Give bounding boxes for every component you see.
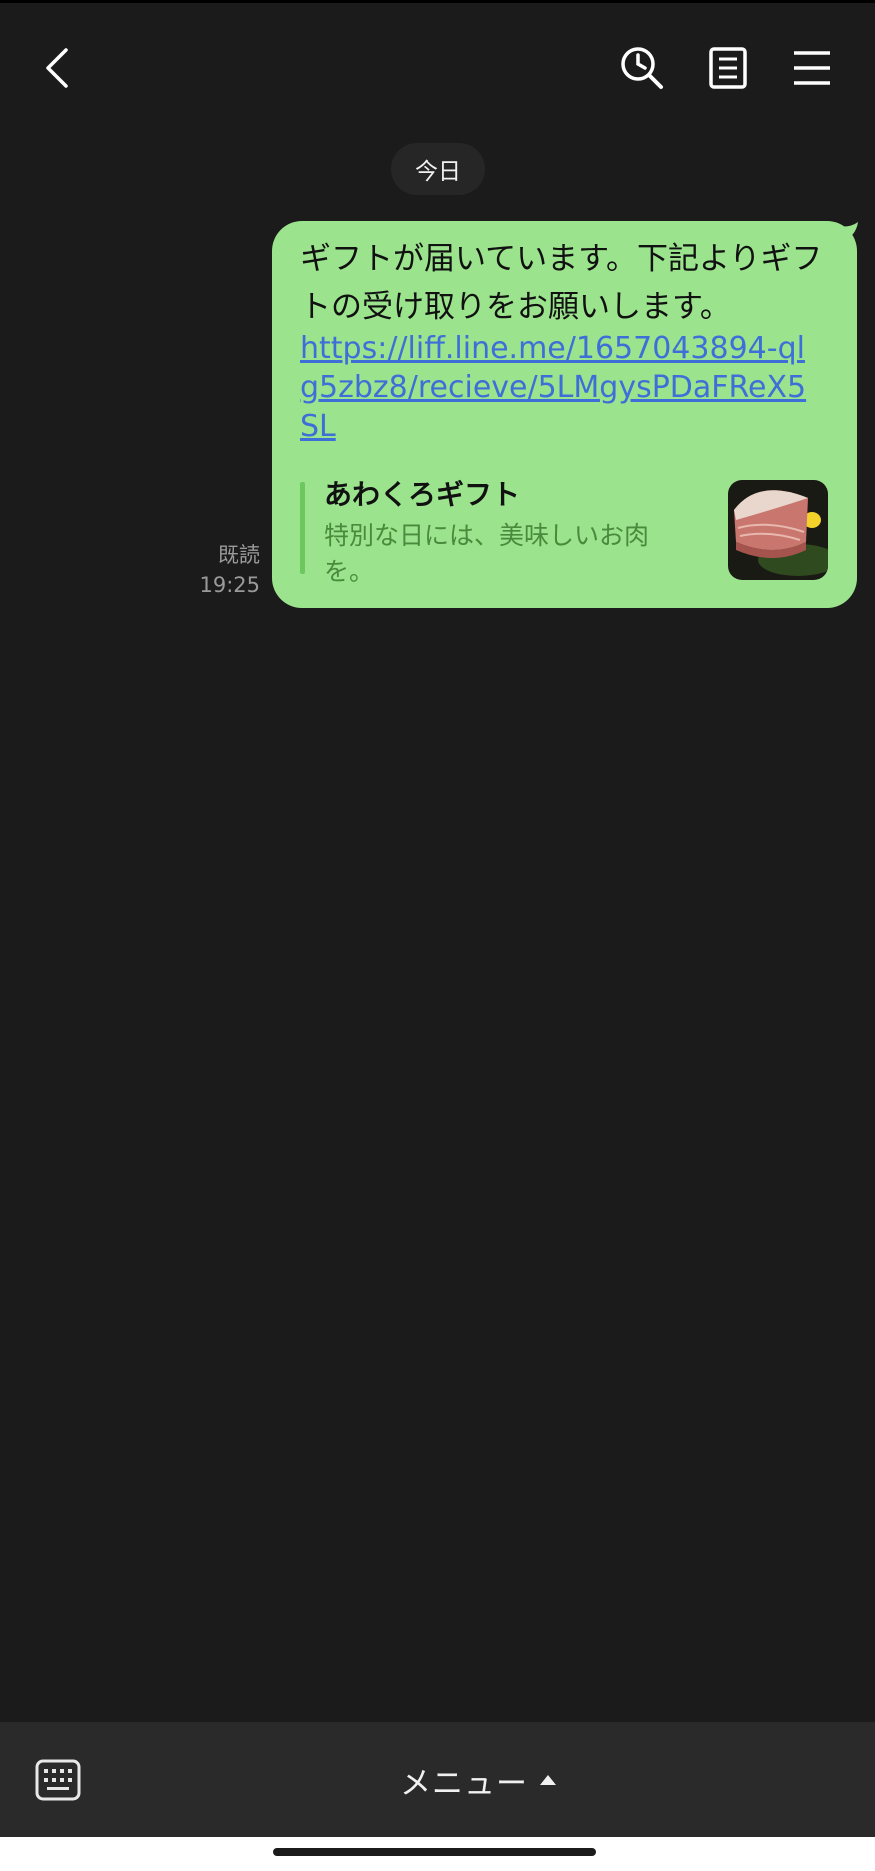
history-search-icon [621, 47, 663, 89]
back-button[interactable] [30, 40, 86, 96]
history-search-button[interactable] [614, 40, 670, 96]
keyboard-toggle-button[interactable] [30, 1752, 86, 1808]
caret-up-icon [540, 1775, 556, 1785]
notes-button[interactable] [700, 40, 756, 96]
message-time: 19:25 [199, 573, 260, 597]
notes-icon [709, 47, 747, 89]
preview-accent-bar [300, 482, 305, 574]
chat-header [0, 3, 875, 128]
preview-description: 特別な日には、美味しいお肉を。 [324, 521, 650, 586]
hamburger-menu-icon [794, 51, 830, 85]
message-bubble[interactable]: ギフトが届いています。下記よりギフトの受け取りをお願いします。 https://… [272, 221, 857, 608]
read-receipt: 既読 [218, 543, 260, 567]
link-preview[interactable]: あわくろギフト 特別な日には、美味しいお肉を。 [300, 476, 830, 586]
back-chevron-icon [46, 48, 68, 88]
bottom-bar: メニュー [0, 1722, 875, 1837]
bubble-tail [838, 222, 858, 242]
message-text: ギフトが届いています。下記よりギフトの受け取りをお願いします。 [300, 241, 823, 325]
message-meta: 既読 19:25 [190, 540, 260, 600]
home-indicator[interactable] [273, 1848, 596, 1856]
rich-menu-toggle[interactable]: メニュー [400, 1750, 556, 1810]
meat-photo-thumbnail [728, 480, 828, 580]
date-separator: 今日 [391, 143, 485, 195]
message-link[interactable]: https://liff.line.me/1657043894-qlg5zbz8… [300, 329, 820, 446]
preview-title: あわくろギフト [324, 478, 521, 511]
system-nav-area [0, 1837, 875, 1871]
menu-label: メニュー [400, 1765, 528, 1802]
chat-menu-button[interactable] [784, 40, 840, 96]
keyboard-icon [35, 1759, 81, 1801]
